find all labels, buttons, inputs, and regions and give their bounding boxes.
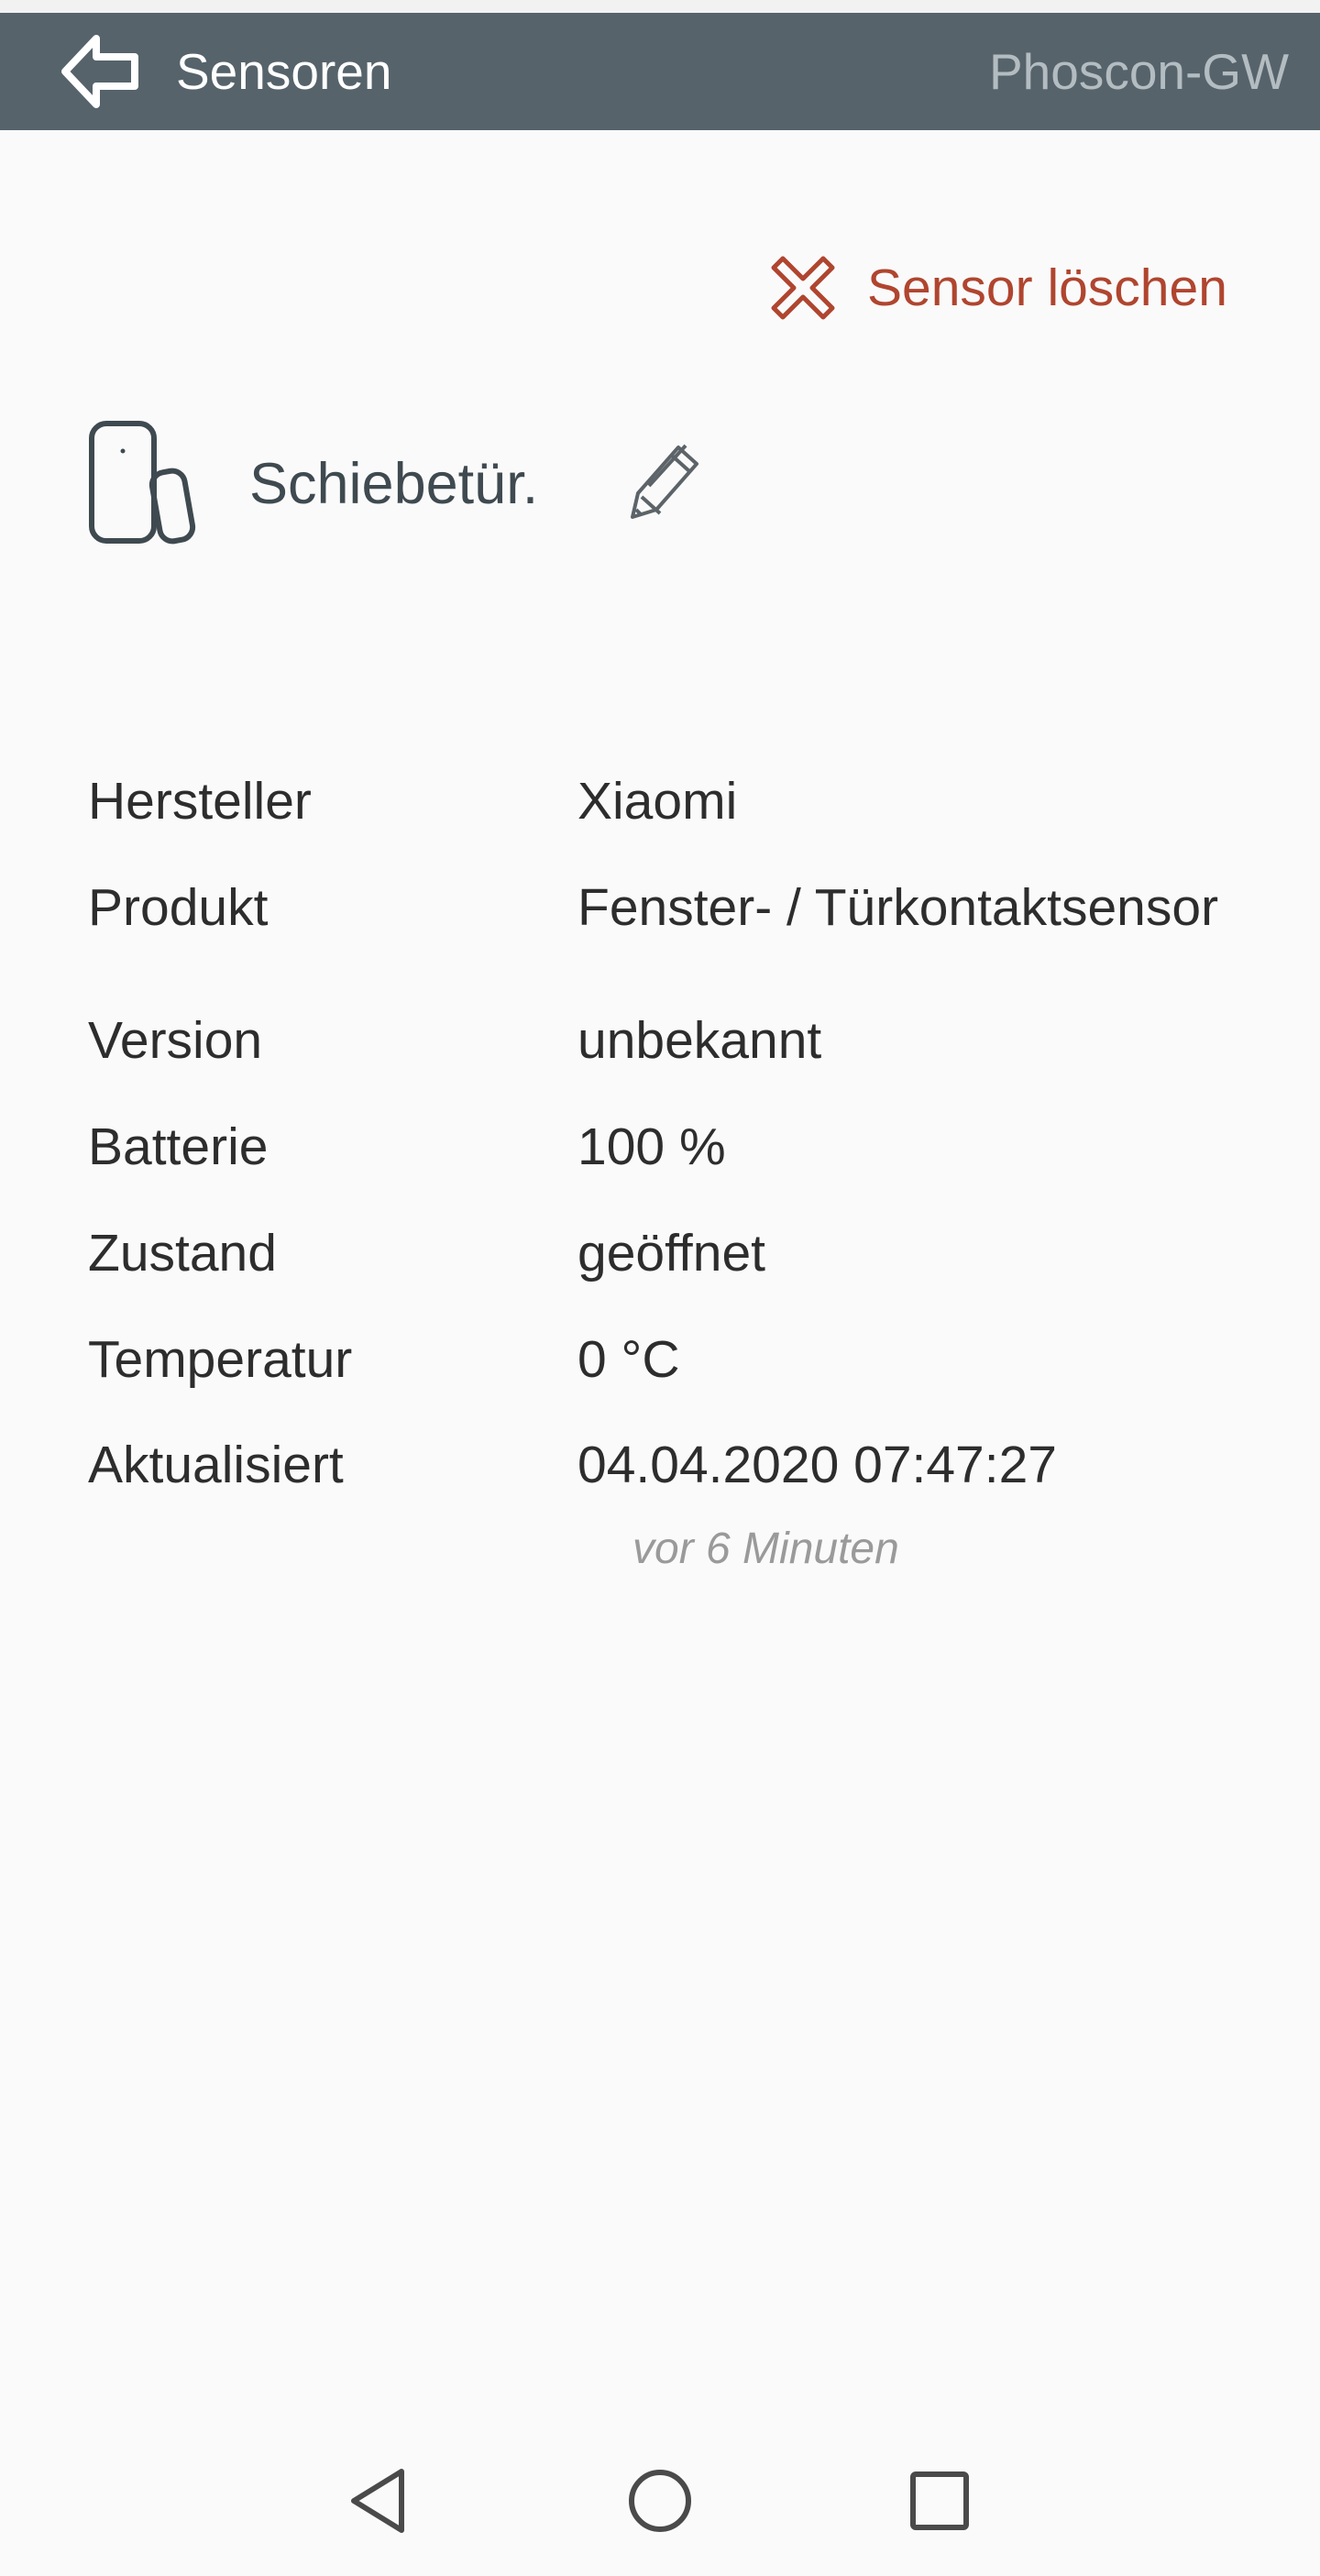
edit-name-button[interactable]: [618, 429, 710, 530]
square-recents-icon: [910, 2471, 969, 2530]
detail-row-temperature: Temperatur 0 °C: [88, 1323, 1280, 1396]
detail-label: Produkt: [88, 878, 269, 937]
updated-relative-time: vor 6 Minuten: [632, 1525, 899, 1573]
gateway-name: Phoscon-GW: [988, 43, 1289, 100]
app-title: Sensoren: [176, 43, 392, 100]
detail-value: Fenster- / Türkontaktsensor: [578, 878, 1219, 937]
x-circle-icon: [771, 256, 835, 320]
detail-value: unbekannt: [578, 1011, 822, 1070]
status-bar: [0, 0, 1320, 13]
delete-sensor-label: Sensor löschen: [867, 259, 1227, 317]
detail-value: 100 %: [578, 1117, 726, 1176]
nav-home-button[interactable]: [610, 2455, 710, 2547]
detail-row-battery: Batterie 100 %: [88, 1110, 1280, 1183]
detail-label: Temperatur: [88, 1330, 353, 1389]
app-bar: Sensoren Phoscon-GW: [0, 13, 1320, 130]
detail-row-state: Zustand geöffnet: [88, 1216, 1280, 1290]
system-nav-bar: [0, 2427, 1320, 2576]
detail-row-updated: Aktualisiert 04.04.2020 07:47:27: [88, 1428, 1280, 1502]
detail-label: Batterie: [88, 1117, 269, 1176]
back-button[interactable]: [57, 31, 145, 112]
detail-value: geöffnet: [578, 1224, 765, 1282]
nav-recents-button[interactable]: [889, 2455, 990, 2547]
detail-value: Xiaomi: [578, 772, 738, 831]
nav-back-button[interactable]: [328, 2455, 429, 2547]
detail-value: 0 °C: [578, 1330, 680, 1389]
triangle-back-icon: [351, 2469, 404, 2533]
detail-row-version: Version unbekannt: [88, 1004, 1280, 1077]
door-window-sensor-icon: [89, 421, 196, 545]
circle-home-icon: [629, 2470, 691, 2532]
detail-row-manufacturer: Hersteller Xiaomi: [88, 765, 1280, 838]
detail-value: 04.04.2020 07:47:27: [578, 1436, 1057, 1494]
detail-label: Zustand: [88, 1224, 277, 1282]
arrow-left-icon: [61, 35, 138, 108]
detail-label: Aktualisiert: [88, 1436, 344, 1494]
pencil-icon: [631, 444, 698, 519]
detail-row-product: Produkt Fenster- / Türkontaktsensor: [88, 871, 1280, 944]
sensor-header: Schiebetür.: [88, 420, 730, 548]
detail-label: Version: [88, 1011, 263, 1070]
detail-label: Hersteller: [88, 772, 312, 831]
sensor-name: Schiebetür.: [249, 452, 539, 516]
delete-sensor-button[interactable]: Sensor löschen: [770, 251, 1227, 325]
